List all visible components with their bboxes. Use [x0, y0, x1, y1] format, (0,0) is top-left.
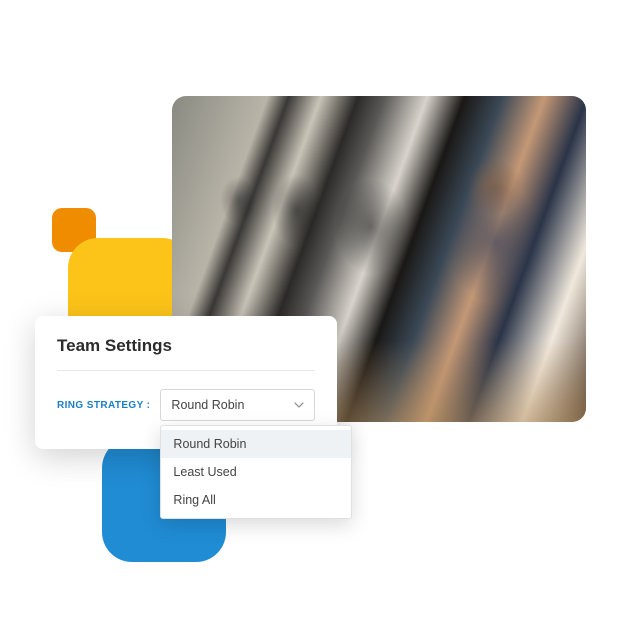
dropdown-option-ring-all[interactable]: Ring All	[161, 486, 351, 514]
ring-strategy-dropdown: Round Robin Least Used Ring All	[160, 425, 352, 519]
dropdown-option-round-robin[interactable]: Round Robin	[161, 430, 351, 458]
team-settings-card: Team Settings RING STRATEGY : Round Robi…	[35, 316, 337, 449]
ring-strategy-input[interactable]: Round Robin	[160, 389, 315, 421]
ring-strategy-row: RING STRATEGY : Round Robin Round Robin …	[57, 389, 315, 421]
select-value: Round Robin	[171, 398, 244, 412]
ring-strategy-label: RING STRATEGY :	[57, 400, 150, 411]
chevron-down-icon	[294, 402, 304, 408]
ring-strategy-select: Round Robin Round Robin Least Used Ring …	[160, 389, 315, 421]
dropdown-option-least-used[interactable]: Least Used	[161, 458, 351, 486]
card-title: Team Settings	[57, 336, 315, 371]
